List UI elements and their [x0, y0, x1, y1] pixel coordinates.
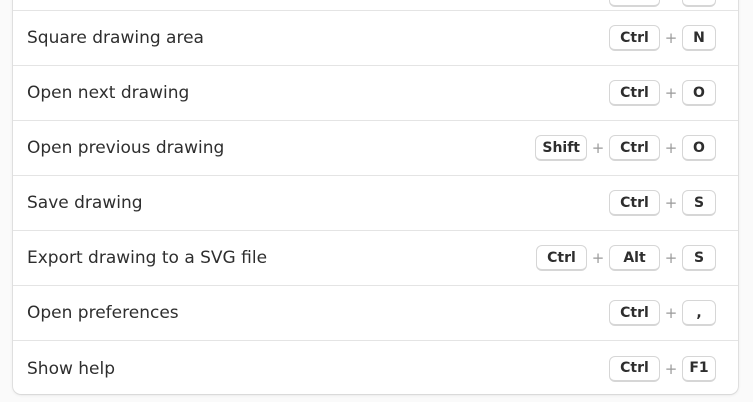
shortcut-row-save-drawing[interactable]: Save drawing Ctrl + S [13, 176, 738, 231]
shortcut-keys: Ctrl + N [609, 25, 716, 51]
key-separator: + [664, 84, 678, 102]
key-cap-n: N [682, 25, 716, 51]
shortcut-keys: Ctrl + S [609, 190, 716, 216]
key-cap-ctrl: Ctrl [609, 190, 660, 216]
key-cap-ctrl: Ctrl [609, 300, 660, 326]
key-cap-s: S [682, 190, 716, 216]
shortcuts-list: + Square drawing area Ctrl + N Open next… [13, 0, 738, 394]
key-separator: + [664, 304, 678, 322]
key-separator: + [591, 139, 605, 157]
key-cap-ctrl: Ctrl [609, 80, 660, 106]
key-cap [682, 0, 716, 7]
shortcut-label: Show help [27, 358, 116, 379]
shortcut-label: Open preferences [27, 303, 179, 323]
shortcut-keys: Ctrl + O [609, 80, 716, 106]
shortcut-row-export-drawing-svg[interactable]: Export drawing to a SVG file Ctrl + Alt … [13, 231, 738, 286]
key-cap-ctrl: Ctrl [609, 355, 660, 382]
shortcut-row-square-drawing-area[interactable]: Square drawing area Ctrl + N [13, 11, 738, 66]
shortcut-label: Save drawing [27, 193, 143, 213]
key-cap-s: S [682, 245, 716, 271]
key-cap-alt: Alt [609, 245, 660, 271]
shortcut-row-show-help[interactable]: Show help Ctrl + F1 [13, 341, 738, 394]
key-separator: + [591, 249, 605, 267]
key-separator: + [664, 194, 678, 212]
shortcut-label: Open previous drawing [27, 138, 225, 158]
key-cap-shift: Shift [535, 135, 587, 161]
key-separator: + [664, 359, 678, 378]
shortcut-label: Open next drawing [27, 83, 190, 103]
key-cap-ctrl: Ctrl [609, 25, 660, 51]
shortcut-label: Square drawing area [27, 28, 204, 48]
key-separator: + [664, 29, 678, 47]
key-separator: + [664, 139, 678, 157]
key-separator: + [664, 249, 678, 267]
shortcut-label: Export drawing to a SVG file [27, 248, 268, 268]
key-cap-ctrl: Ctrl [536, 245, 587, 271]
key-cap [609, 0, 660, 7]
shortcut-row-open-previous-drawing[interactable]: Open previous drawing Shift + Ctrl + O [13, 121, 738, 176]
key-cap-o: O [682, 135, 716, 161]
key-cap-f1: F1 [682, 355, 716, 382]
key-cap-comma: , [682, 300, 716, 326]
shortcut-keys: Ctrl + Alt + S [536, 245, 716, 271]
shortcut-row-partial: + [13, 0, 738, 11]
key-cap-ctrl: Ctrl [609, 135, 660, 161]
shortcut-row-open-next-drawing[interactable]: Open next drawing Ctrl + O [13, 66, 738, 121]
shortcut-keys: Ctrl + F1 [609, 355, 716, 382]
shortcut-keys: Ctrl + , [609, 300, 716, 326]
shortcut-keys: + [609, 0, 716, 9]
shortcut-row-open-preferences[interactable]: Open preferences Ctrl + , [13, 286, 738, 341]
key-cap-o: O [682, 80, 716, 106]
shortcut-keys: Shift + Ctrl + O [535, 135, 716, 161]
